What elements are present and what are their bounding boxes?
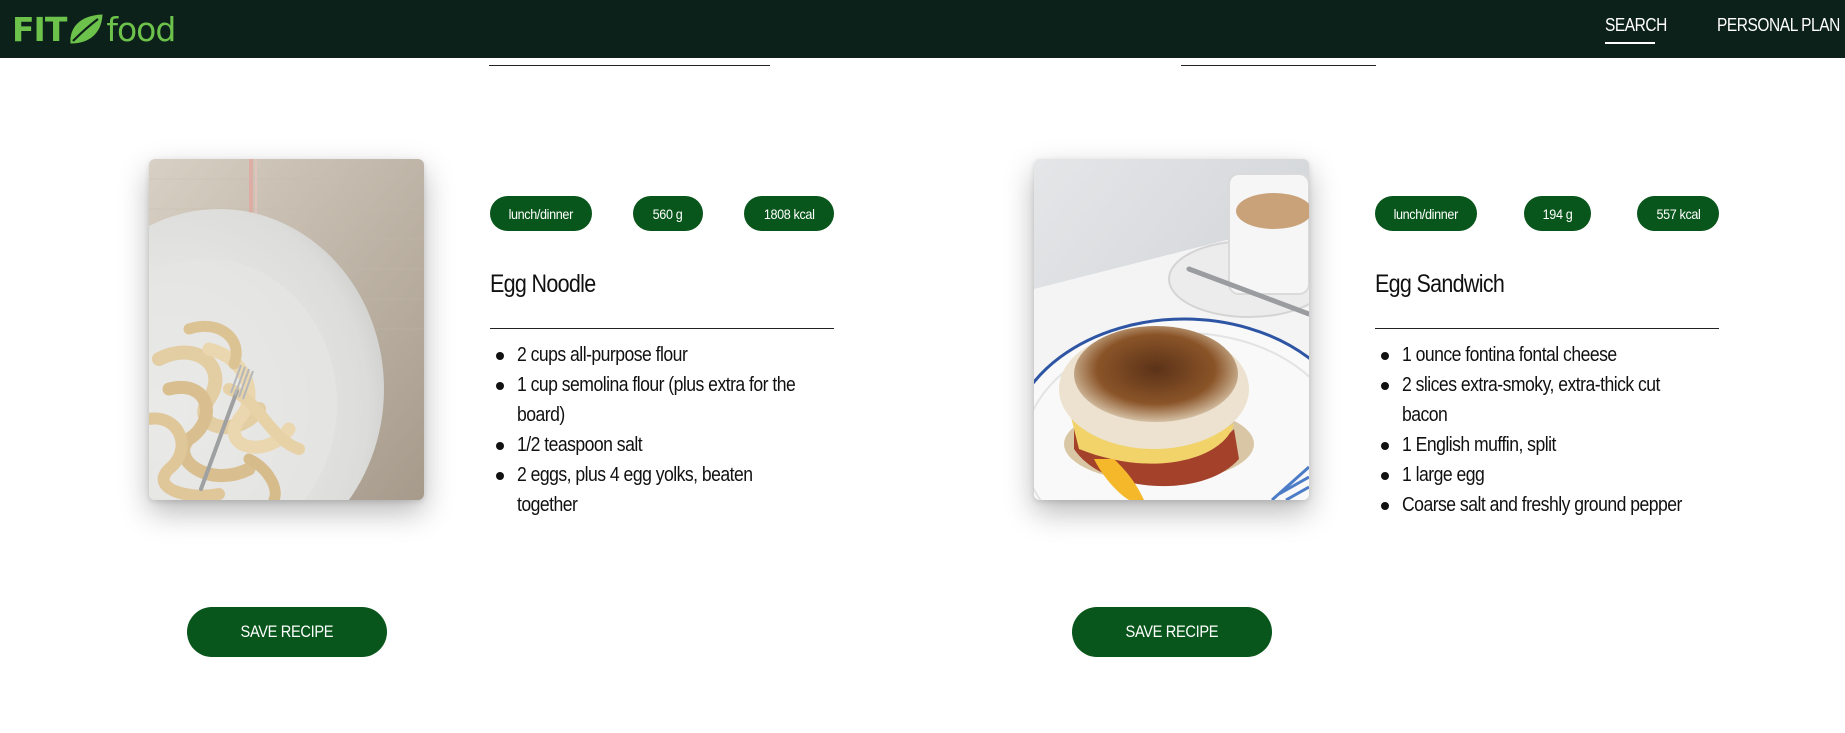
nav-personal-plan-link[interactable]: PERSONAL PLAN	[1717, 15, 1840, 36]
calories-badge: 1808 kcal	[744, 196, 834, 231]
save-recipe-button[interactable]: SAVE RECIPE	[1072, 607, 1272, 657]
ingredient-item: 2 cups all-purpose flour	[490, 340, 820, 370]
recipe-image-egg-noodle	[149, 159, 424, 500]
title-divider	[1375, 328, 1719, 329]
recipe-title: Egg Sandwich	[1375, 270, 1505, 298]
save-recipe-button[interactable]: SAVE RECIPE	[187, 607, 387, 657]
ingredient-item: 2 eggs, plus 4 egg yolks, beaten togethe…	[490, 460, 820, 520]
previous-card-divider	[489, 65, 770, 66]
nav-active-indicator	[1605, 42, 1655, 44]
logo-food-text: food	[106, 9, 176, 49]
weight-badge: 194 g	[1524, 196, 1591, 231]
fitfood-logo[interactable]: FIT food	[12, 6, 176, 52]
meal-type-badge: lunch/dinner	[1375, 196, 1477, 231]
ingredient-item: 1 English muffin, split	[1375, 430, 1705, 460]
ingredient-item: 2 slices extra-smoky, extra-thick cut ba…	[1375, 370, 1705, 430]
previous-card-divider	[1181, 65, 1376, 66]
ingredient-item: 1/2 teaspoon salt	[490, 430, 820, 460]
weight-badge: 560 g	[633, 196, 703, 231]
title-divider	[490, 328, 834, 329]
ingredient-item: 1 large egg	[1375, 460, 1705, 490]
leaf-icon	[68, 12, 104, 46]
meal-type-badge: lunch/dinner	[490, 196, 592, 231]
recipe-title: Egg Noodle	[490, 270, 596, 298]
top-navbar: FIT food SEARCH PERSONAL PLAN	[0, 0, 1845, 58]
ingredient-list: 2 cups all-purpose flour 1 cup semolina …	[490, 340, 820, 520]
logo-fit-text: FIT	[12, 9, 67, 49]
ingredient-item: 1 ounce fontina fontal cheese	[1375, 340, 1705, 370]
ingredient-list: 1 ounce fontina fontal cheese 2 slices e…	[1375, 340, 1705, 520]
calories-badge: 557 kcal	[1637, 196, 1719, 231]
nav-search-link[interactable]: SEARCH	[1605, 15, 1667, 36]
recipe-image-egg-sandwich	[1034, 159, 1309, 500]
ingredient-item: Coarse salt and freshly ground pepper	[1375, 490, 1705, 520]
ingredient-item: 1 cup semolina flour (plus extra for the…	[490, 370, 820, 430]
